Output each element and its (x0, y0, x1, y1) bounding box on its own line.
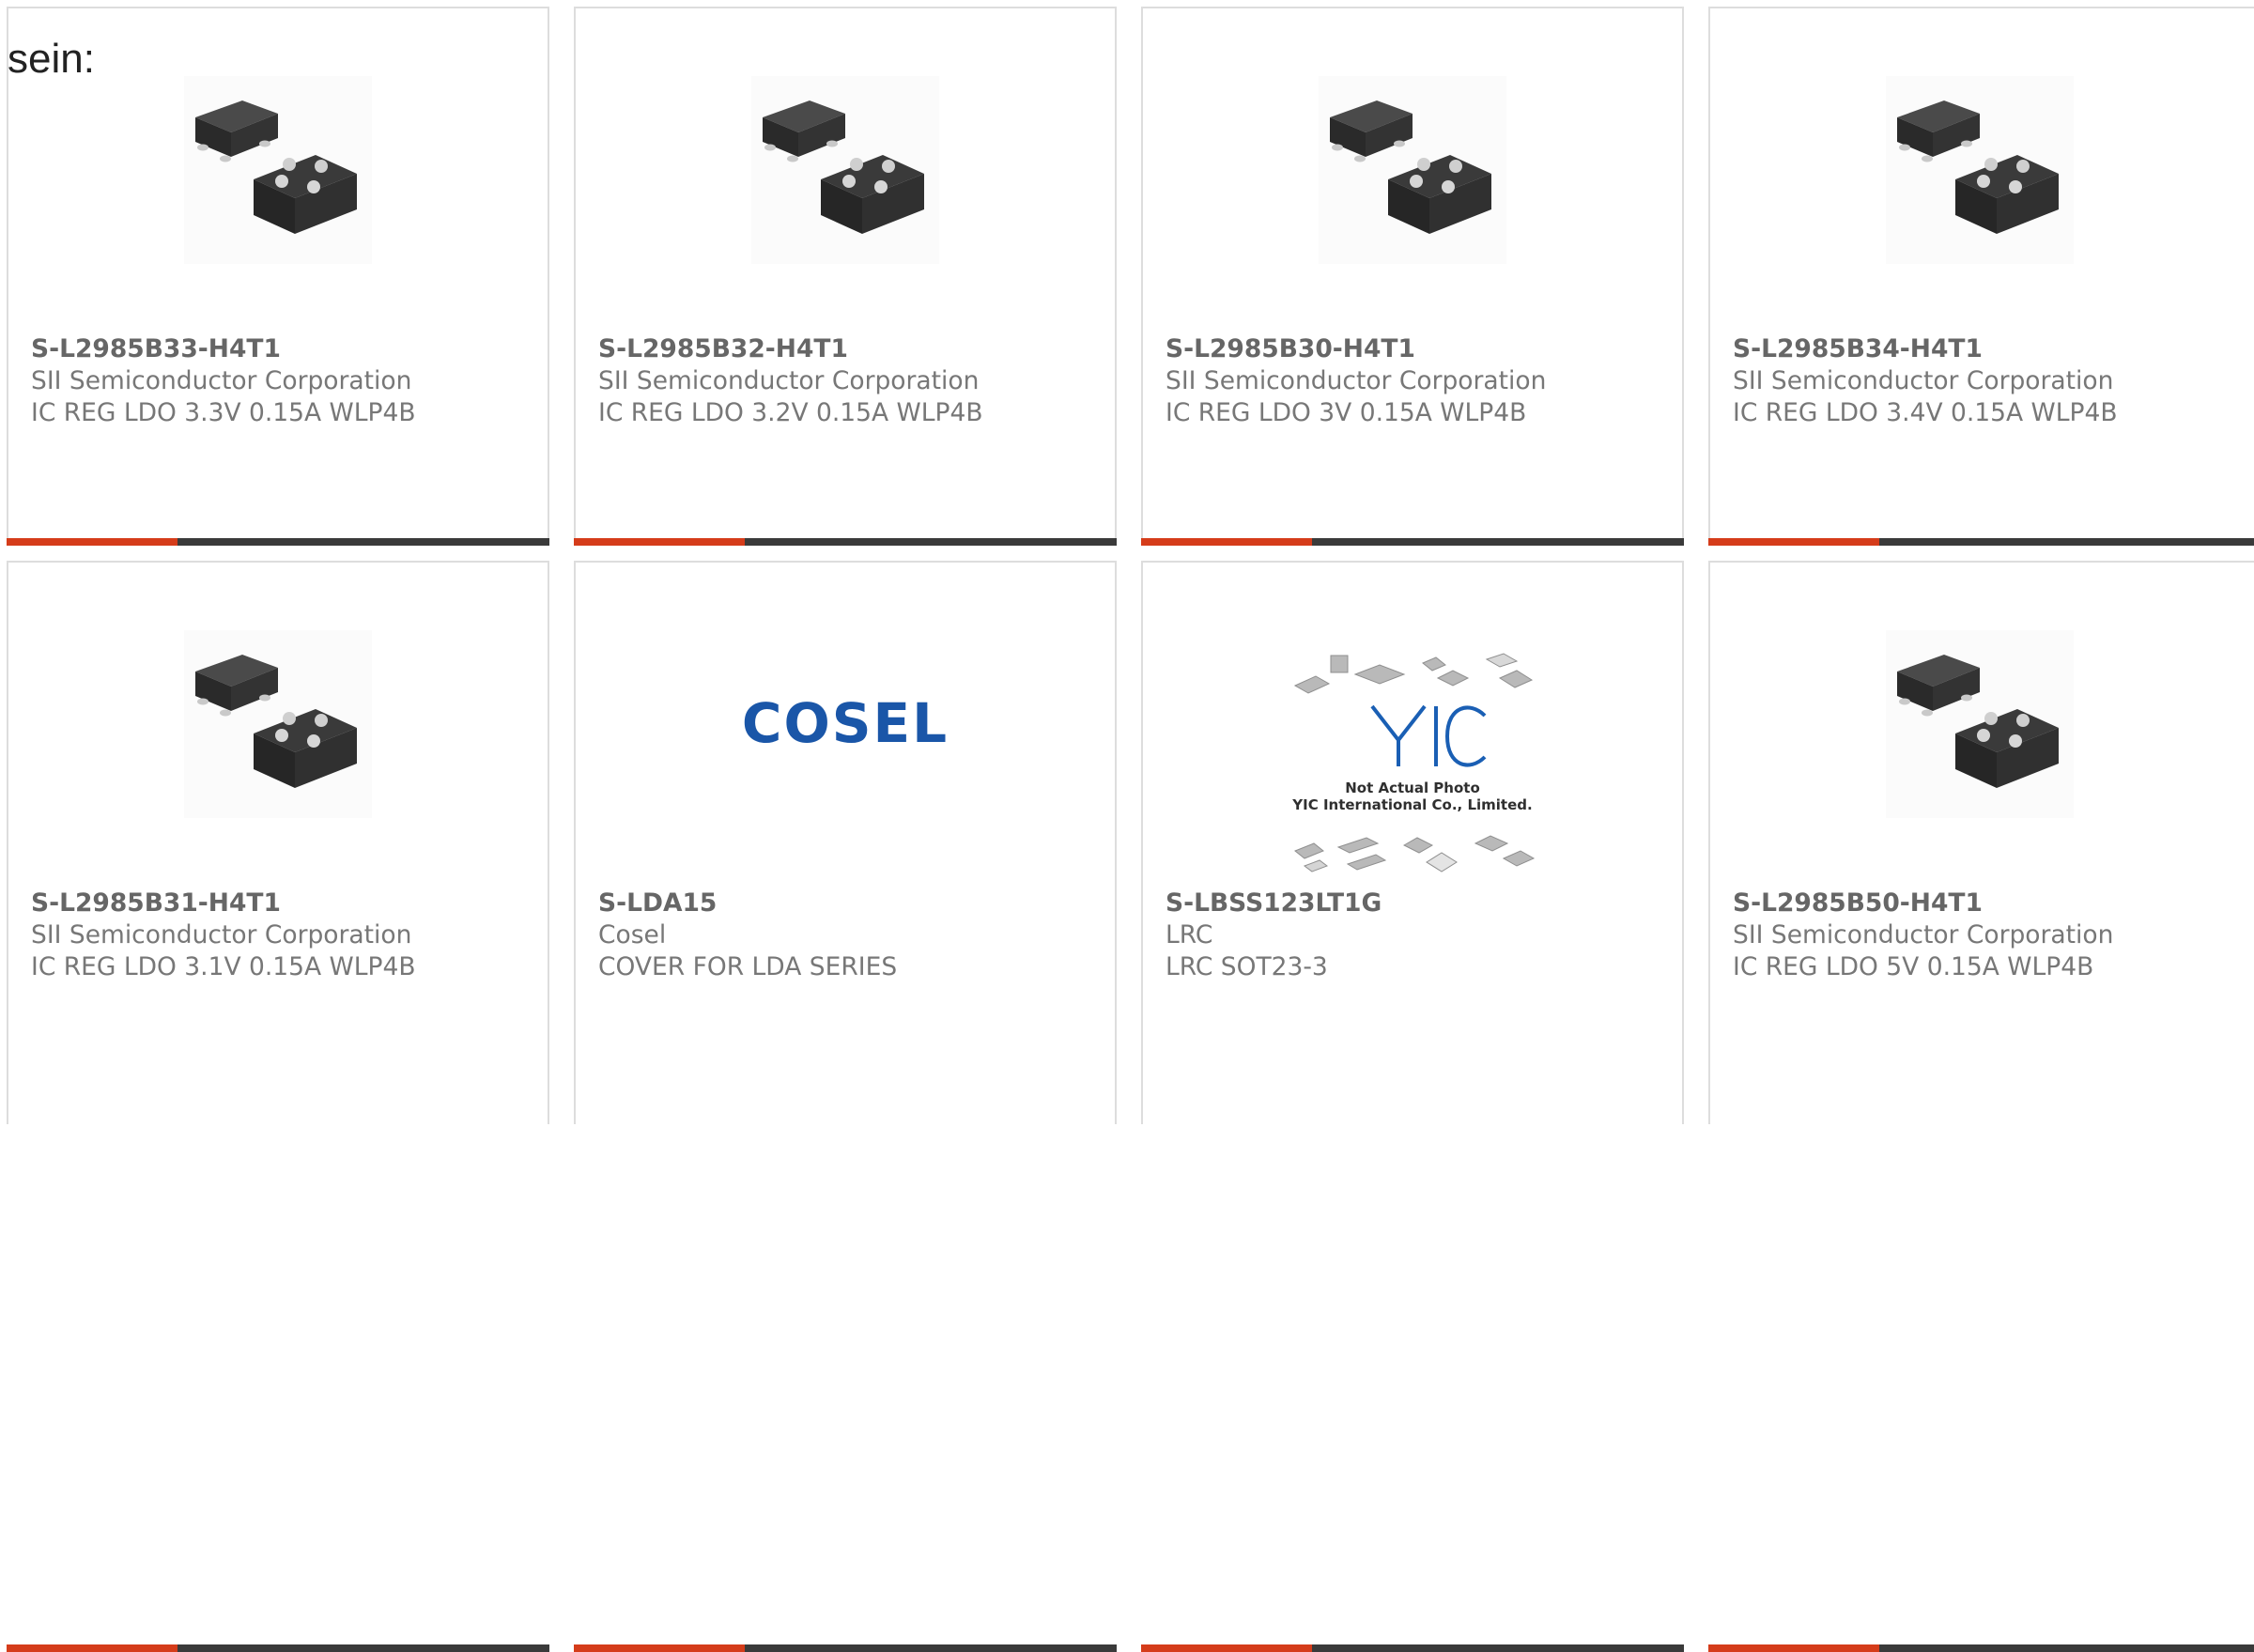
wlp4b-chip-image (184, 630, 372, 818)
intro-text: sein: (8, 36, 95, 82)
part-number[interactable]: S-L2985B30-H4T1 (1166, 333, 1671, 365)
card-footer-bar (574, 538, 1117, 546)
description: LRC SOT23-3 (1166, 952, 1328, 981)
description: IC REG LDO 3.3V 0.15A WLP4B (31, 398, 416, 427)
part-number[interactable]: S-L2985B50-H4T1 (1733, 888, 2244, 919)
yic-placeholder-image: Not Actual Photo YIC International Co., … (1143, 645, 1682, 880)
wlp4b-chip-image (751, 76, 939, 264)
card-footer-bar (7, 1644, 549, 1652)
product-card[interactable]: S-L2985B50-H4T1 SII Semiconductor Corpor… (1708, 561, 2254, 1652)
description: COVER FOR LDA SERIES (598, 952, 898, 981)
description: IC REG LDO 3.1V 0.15A WLP4B (31, 952, 416, 981)
product-card[interactable]: Not Actual Photo YIC International Co., … (1141, 561, 1684, 1652)
description: IC REG LDO 3.4V 0.15A WLP4B (1733, 398, 2118, 427)
part-number[interactable]: S-L2985B33-H4T1 (31, 333, 536, 365)
cosel-logo: COSEL (576, 621, 1115, 827)
product-card[interactable]: COSEL S-LDA15 Cosel COVER FOR LDA SERIES (574, 561, 1117, 1652)
part-number[interactable]: S-L2985B32-H4T1 (598, 333, 1104, 365)
product-card[interactable]: S-L2985B34-H4T1 SII Semiconductor Corpor… (1708, 7, 2254, 546)
placeholder-line2: YIC International Co., Limited. (1291, 796, 1532, 813)
product-image (8, 67, 548, 273)
part-number[interactable]: S-LBSS123LT1G (1166, 888, 1671, 919)
wlp4b-chip-image (1886, 630, 2074, 818)
product-image (1710, 621, 2249, 827)
manufacturer: SII Semiconductor Corporation (31, 920, 412, 950)
product-image (1710, 67, 2249, 273)
product-image (576, 67, 1115, 273)
description: IC REG LDO 3.2V 0.15A WLP4B (598, 398, 983, 427)
product-card[interactable]: S-L2985B31-H4T1 SII Semiconductor Corpor… (7, 561, 549, 1652)
card-footer-bar (7, 538, 549, 546)
placeholder-line1: Not Actual Photo (1345, 780, 1480, 796)
part-number[interactable]: S-L2985B34-H4T1 (1733, 333, 2244, 365)
card-footer-bar (1708, 1644, 2254, 1652)
product-image (8, 621, 548, 827)
card-footer-bar (1141, 538, 1684, 546)
card-footer-bar (574, 1644, 1117, 1652)
description: IC REG LDO 5V 0.15A WLP4B (1733, 952, 2094, 981)
description: IC REG LDO 3V 0.15A WLP4B (1166, 398, 1527, 427)
part-number[interactable]: S-LDA15 (598, 888, 1104, 919)
wlp4b-chip-image (1319, 76, 1506, 264)
cosel-logo-text: COSEL (742, 691, 949, 755)
part-number[interactable]: S-L2985B31-H4T1 (31, 888, 536, 919)
product-card[interactable]: S-L2985B32-H4T1 SII Semiconductor Corpor… (574, 7, 1117, 546)
product-card[interactable]: S-L2985B33-H4T1 SII Semiconductor Corpor… (7, 7, 549, 546)
manufacturer: LRC (1166, 920, 1213, 950)
manufacturer: SII Semiconductor Corporation (598, 366, 980, 395)
product-image (1143, 67, 1682, 273)
card-footer-bar (1708, 538, 2254, 546)
wlp4b-chip-image (1886, 76, 2074, 264)
wlp4b-chip-image (184, 76, 372, 264)
card-footer-bar (1141, 1644, 1684, 1652)
manufacturer: SII Semiconductor Corporation (1166, 366, 1547, 395)
product-card[interactable]: S-L2985B30-H4T1 SII Semiconductor Corpor… (1141, 7, 1684, 546)
manufacturer: SII Semiconductor Corporation (1733, 920, 2114, 950)
manufacturer: SII Semiconductor Corporation (31, 366, 412, 395)
manufacturer: Cosel (598, 920, 667, 950)
manufacturer: SII Semiconductor Corporation (1733, 366, 2114, 395)
